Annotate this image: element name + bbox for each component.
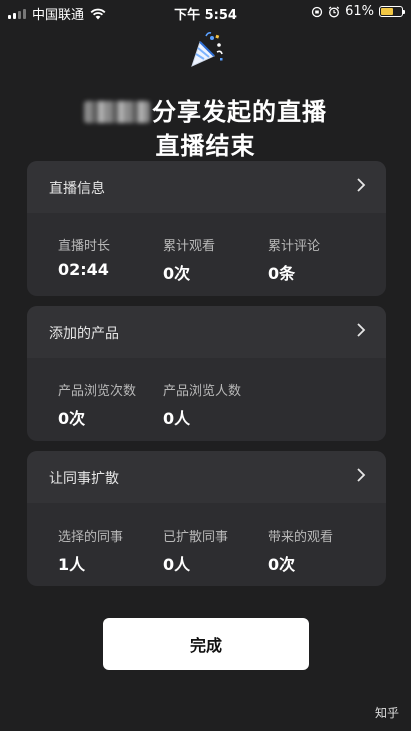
- title-text: 分享发起的直播: [152, 98, 327, 126]
- chevron-right-icon[interactable]: [356, 323, 366, 337]
- card-title: 直播信息: [49, 181, 105, 197]
- stat-spread-colleagues: 已扩散同事 0人: [163, 526, 228, 575]
- battery-percent: 61%: [345, 4, 374, 19]
- stat-brought-views: 带来的观看 0次: [268, 526, 333, 575]
- orientation-lock-icon: [311, 6, 323, 17]
- stat-product-views: 产品浏览次数 0次: [58, 380, 136, 429]
- stat-value: 0次: [163, 264, 191, 283]
- redacted-name: [84, 101, 150, 123]
- card-title: 添加的产品: [49, 326, 119, 342]
- stat-label: 累计观看: [163, 239, 216, 254]
- stat-label: 选择的同事: [58, 530, 124, 545]
- stat-value: 0条: [268, 264, 296, 283]
- stat-label: 带来的观看: [268, 530, 334, 545]
- stat-label: 产品浏览次数: [58, 384, 137, 399]
- page-title: 分享发起的直播: [0, 92, 411, 127]
- card-header[interactable]: 添加的产品: [27, 306, 386, 358]
- done-button[interactable]: 完成: [103, 618, 309, 670]
- products-card[interactable]: 添加的产品 产品浏览次数 0次 产品浏览人数 0人: [27, 306, 386, 441]
- alarm-icon: [328, 6, 340, 17]
- battery-icon: [379, 6, 405, 17]
- stat-value: 0次: [268, 555, 296, 574]
- stat-label: 直播时长: [58, 239, 111, 254]
- card-header[interactable]: 直播信息: [27, 161, 386, 213]
- status-right: 61%: [311, 4, 405, 19]
- stat-value: 1人: [58, 555, 86, 574]
- party-popper-icon: [191, 32, 223, 67]
- stat-duration: 直播时长 02:44: [58, 235, 110, 279]
- stat-value: 0次: [58, 409, 86, 428]
- stat-selected-colleagues: 选择的同事 1人: [58, 526, 123, 575]
- stat-total-views: 累计观看 0次: [163, 235, 215, 284]
- stat-value: 0人: [163, 555, 191, 574]
- chevron-right-icon[interactable]: [356, 178, 366, 192]
- stat-value: 0人: [163, 409, 191, 428]
- stat-label: 已扩散同事: [163, 530, 229, 545]
- live-info-card[interactable]: 直播信息 直播时长 02:44 累计观看 0次 累计评论 0条: [27, 161, 386, 296]
- card-header[interactable]: 让同事扩散: [27, 451, 386, 503]
- stat-total-comments: 累计评论 0条: [268, 235, 320, 284]
- stat-label: 产品浏览人数: [163, 384, 242, 399]
- watermark: 知乎: [374, 706, 399, 720]
- chevron-right-icon[interactable]: [356, 468, 366, 482]
- stat-value: 02:44: [58, 260, 109, 279]
- page-subtitle: 直播结束: [155, 132, 256, 160]
- colleague-spread-card[interactable]: 让同事扩散 选择的同事 1人 已扩散同事 0人 带来的观看 0次: [27, 451, 386, 586]
- stat-label: 累计评论: [268, 239, 321, 254]
- card-title: 让同事扩散: [49, 471, 119, 487]
- stat-product-viewers: 产品浏览人数 0人: [163, 380, 241, 429]
- status-bar: 中国联通 下午 5:54 61%: [0, 0, 411, 24]
